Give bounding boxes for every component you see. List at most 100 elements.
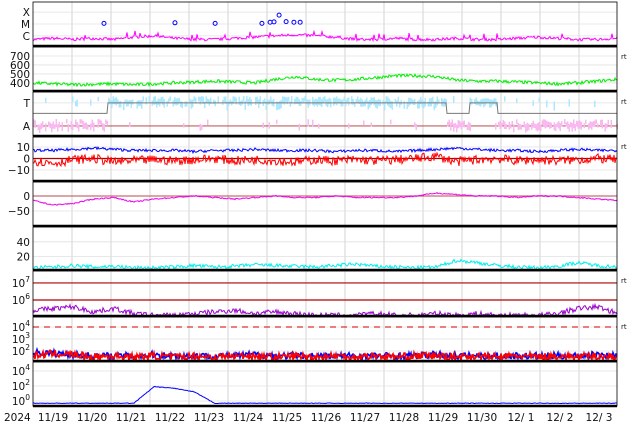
sector-dot-away — [348, 123, 350, 129]
y-tick-label: 106 — [12, 292, 30, 307]
sector-dot-away — [520, 124, 522, 130]
sector-dot-toward — [270, 96, 272, 103]
sector-dot-away — [262, 122, 264, 129]
sector-dot-toward — [453, 96, 455, 104]
sector-dot-away — [84, 123, 86, 129]
sector-dot-toward — [366, 97, 368, 103]
sector-dot-toward — [255, 97, 257, 106]
sector-dot-away — [91, 119, 93, 128]
sector-dot-toward — [111, 100, 113, 109]
sector-dot-away — [97, 118, 99, 128]
sector-dot-toward — [153, 96, 155, 105]
sector-dot-toward — [166, 101, 168, 107]
series-phi — [32, 191, 618, 206]
sector-dot-toward — [283, 96, 285, 105]
sector-dot-away — [540, 124, 542, 132]
sector-dot-toward — [264, 98, 266, 104]
sector-dot-toward — [294, 98, 296, 105]
sector-dot-toward — [375, 99, 377, 108]
sector-dot-away — [55, 118, 57, 128]
sector-dot-toward — [348, 97, 350, 106]
sector-dot-away — [79, 119, 81, 124]
sector-dot-away — [90, 123, 92, 131]
x-axis-year-label: 2024 — [4, 412, 31, 424]
sector-dot-toward — [280, 100, 282, 109]
sector-dot-away — [75, 119, 77, 126]
sector-dot-away — [103, 124, 105, 132]
sector-dot-away — [78, 124, 80, 132]
sector-dot-toward — [495, 98, 497, 106]
panel-speed: 700600500400rt — [10, 46, 627, 93]
sector-dot-toward — [76, 99, 78, 107]
sector-dot-toward — [568, 99, 570, 107]
flare-marker — [276, 12, 282, 18]
series-density — [32, 258, 618, 271]
sector-dot-away — [390, 119, 392, 125]
sector-dot-toward — [222, 99, 224, 105]
sector-dot-toward — [174, 97, 176, 105]
y-tick-label: A — [23, 121, 31, 133]
sector-dot-away — [600, 119, 602, 126]
sector-dot-away — [573, 119, 575, 129]
sector-dot-away — [564, 119, 566, 124]
sector-dot-toward — [192, 99, 194, 108]
sector-dot-toward — [409, 97, 411, 105]
sector-dot-away — [61, 122, 63, 131]
panel-sector: TArt — [23, 91, 627, 138]
sector-dot-toward — [403, 100, 405, 109]
sector-dot-away — [129, 122, 131, 127]
sector-dot-toward — [303, 97, 305, 103]
y-tick-label: X — [23, 7, 30, 19]
sector-dot-away — [537, 122, 539, 132]
sector-dot-toward — [267, 99, 269, 105]
sector-dot-away — [555, 124, 557, 132]
sector-dot-toward — [268, 99, 270, 105]
sector-dot-away — [468, 121, 470, 131]
sector-dot-away — [543, 119, 545, 127]
sector-dot-away — [538, 121, 540, 130]
y-tick-exponent: 3 — [25, 331, 30, 340]
right-label: rt — [621, 143, 627, 151]
sector-dot-toward — [190, 99, 192, 109]
y-tick-exponent: 4 — [25, 363, 30, 372]
sector-dot-away — [528, 123, 530, 131]
sector-dot-toward — [478, 101, 480, 106]
sector-dot-away — [48, 121, 50, 127]
sector-dot-toward — [97, 96, 99, 102]
sector-dot-toward — [180, 101, 182, 107]
y-tick-exponent: 0 — [25, 393, 30, 402]
y-tick-label: M — [21, 19, 30, 31]
sector-dot-away — [58, 121, 60, 128]
sector-dot-away — [466, 124, 468, 130]
right-label: rt — [621, 277, 627, 285]
sector-dot-away — [579, 120, 581, 129]
right-label: rt — [621, 98, 627, 106]
x-tick-label: 11/29 — [428, 412, 458, 424]
sector-dot-away — [45, 123, 47, 132]
x-tick-label: 11/30 — [467, 412, 497, 424]
sector-dot-away — [541, 120, 543, 126]
sector-dot-toward — [90, 99, 92, 106]
sector-dot-toward — [312, 96, 314, 106]
sector-dot-away — [595, 119, 597, 124]
sector-dot-away — [570, 122, 572, 128]
sector-dot-toward — [436, 96, 438, 106]
sector-dot-toward — [177, 98, 179, 105]
x-tick-label: 11/21 — [116, 412, 146, 424]
panel-frame — [32, 46, 618, 92]
sector-dot-away — [49, 122, 51, 129]
sector-dot-toward — [142, 96, 144, 102]
sector-dot-toward — [360, 97, 362, 107]
y-tick-label: 0 — [23, 153, 30, 165]
sector-dot-toward — [414, 98, 416, 105]
sector-dot-toward — [484, 98, 486, 106]
sector-dot-toward — [370, 97, 372, 106]
sector-dot-away — [525, 124, 527, 133]
sector-dot-toward — [184, 101, 186, 107]
y-tick-label: 104 — [12, 363, 30, 378]
sector-dot-toward — [246, 96, 248, 103]
sector-dot-away — [87, 124, 89, 130]
sector-dot-away — [561, 121, 563, 127]
sector-dot-toward — [336, 96, 338, 106]
sector-dot-toward — [333, 97, 335, 106]
